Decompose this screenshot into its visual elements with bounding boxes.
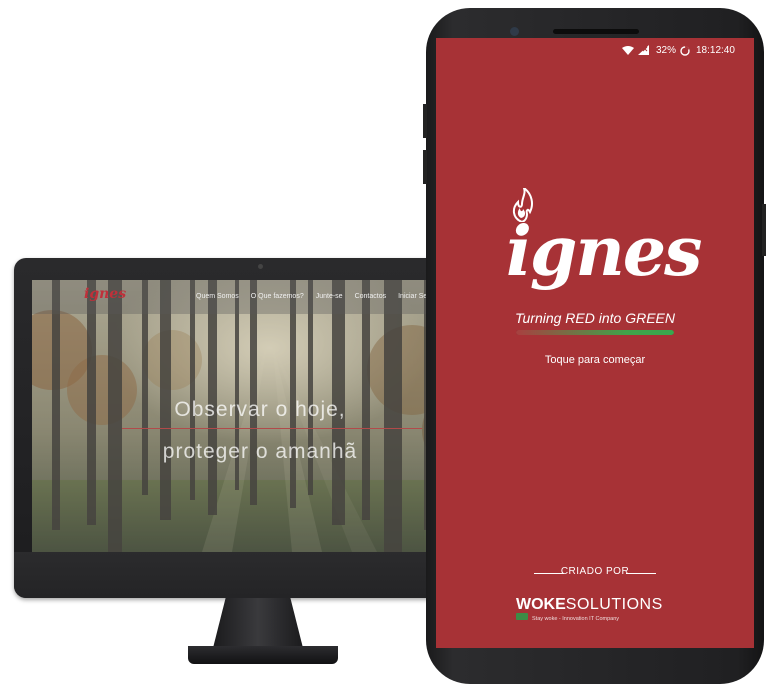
nav-link-contactos[interactable]: Contactos — [355, 293, 387, 300]
monitor-stand-base — [188, 646, 338, 664]
website-nav-links: Quem Somos O Que fazemos? Junte-se Conta… — [196, 293, 442, 300]
website-navbar: ignes Quem Somos O Que fazemos? Junte-se… — [32, 280, 488, 314]
tap-to-start-hint[interactable]: Toque para começar — [436, 354, 754, 366]
status-bar: 32% 18:12:40 — [436, 38, 754, 62]
hero-heading-line1: Observar o hoje, — [174, 398, 346, 421]
battery-icon — [680, 46, 690, 56]
phone-volume-button — [423, 104, 427, 138]
battery-percent: 32% — [656, 45, 677, 56]
loading-progress-bar — [516, 330, 674, 335]
website-screen: ignes Quem Somos O Que fazemos? Junte-se… — [32, 280, 488, 552]
signal-icon — [638, 45, 649, 55]
wifi-icon — [622, 46, 634, 55]
website-logo[interactable]: ignes — [84, 286, 126, 302]
credits-row: CRIADO POR — [436, 566, 754, 580]
brand-name-part1: WOKE — [516, 596, 566, 613]
nav-link-junte-se[interactable]: Junte-se — [316, 293, 343, 300]
front-camera — [510, 27, 519, 36]
app-splash-screen[interactable]: 32% 18:12:40 ignes Turning RED into GREE… — [436, 38, 754, 648]
phone-volume-button-lower — [423, 150, 427, 184]
brand-slogan: Stay woke - Innovation IT Company — [532, 616, 620, 622]
developer-brand-logo: WOKESOLUTIONS — [516, 596, 663, 614]
credit-label: CRIADO POR — [560, 566, 630, 577]
smartphone: 32% 18:12:40 ignes Turning RED into GREE… — [423, 8, 766, 684]
nav-link-quem-somos[interactable]: Quem Somos — [196, 293, 239, 300]
hero-divider — [122, 428, 422, 429]
monitor-camera — [258, 264, 263, 269]
credit-divider-right — [626, 573, 656, 574]
brand-keyboard-icon — [516, 613, 528, 620]
monitor-stand-neck — [213, 598, 303, 648]
hero-heading-line2: proteger o amanhã — [162, 440, 358, 463]
loading-progress-fill — [516, 330, 674, 335]
app-tagline: Turning RED into GREEN — [514, 310, 675, 326]
phone-power-button — [762, 204, 766, 256]
app-logo: ignes — [506, 212, 702, 292]
earpiece-speaker — [553, 29, 639, 34]
brand-name-part2: SOLUTIONS — [565, 596, 663, 613]
nav-link-o-que-fazemos[interactable]: O Que fazemos? — [251, 293, 304, 300]
clock: 18:12:40 — [696, 45, 735, 56]
